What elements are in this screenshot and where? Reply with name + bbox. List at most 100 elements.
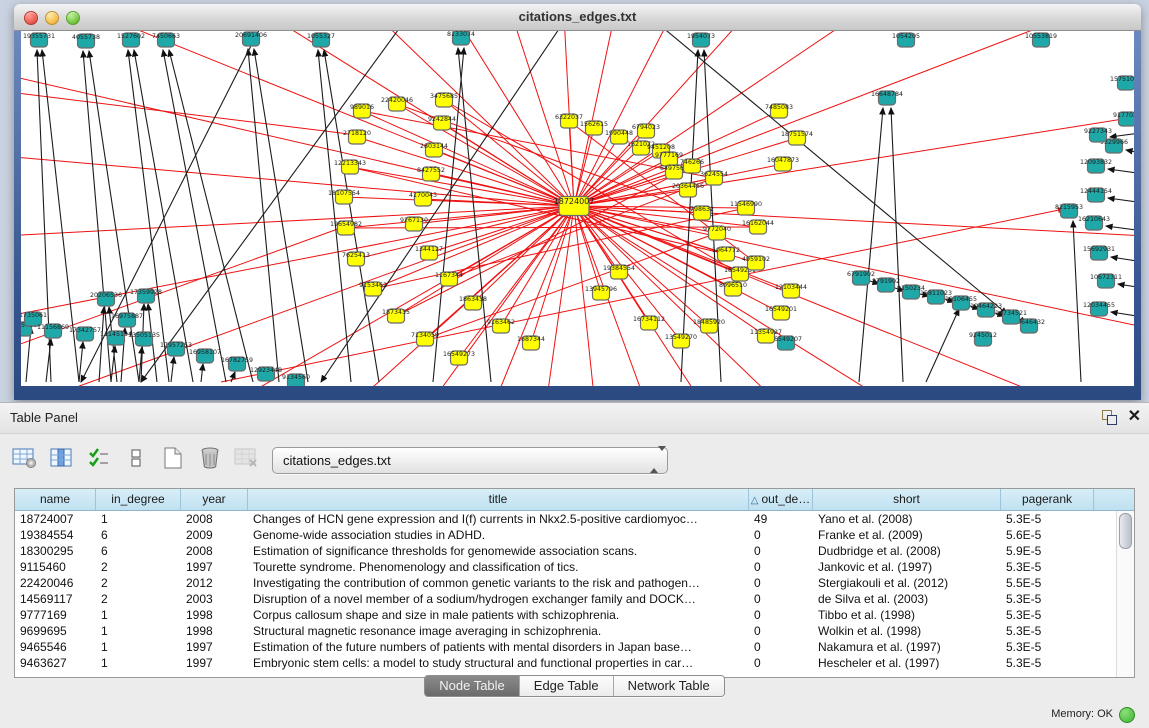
column-header-pagerank[interactable]: pagerank [1001,489,1094,510]
table-cell[interactable]: 9463627 [15,655,96,671]
graph-edge[interactable] [1108,169,1134,179]
graph-edge-citation[interactable] [574,31,1134,206]
table-cell[interactable]: 0 [749,655,813,671]
table-cell[interactable]: Stergiakouli et al. (2012) [813,575,1001,591]
table-cell[interactable]: 0 [749,543,813,559]
select-rows-icon[interactable] [84,443,114,473]
table-cell[interactable]: 2008 [181,511,248,527]
table-cell[interactable] [1094,623,1117,639]
table-cell[interactable] [1094,575,1117,591]
table-row[interactable]: 2242004622012Investigating the contribut… [15,575,1117,591]
graph-edge[interactable] [111,346,115,382]
table-cell[interactable]: Franke et al. (2009) [813,527,1001,543]
column-header-short[interactable]: short [813,489,1001,510]
graph-edge-citation[interactable] [362,111,574,206]
graph-edge-citation[interactable] [574,31,1134,206]
graph-edge[interactable] [163,50,226,382]
graph-edge[interactable] [1118,284,1134,294]
table-row[interactable]: 911546021997Tourette syndrome. Phenomeno… [15,559,1117,575]
graph-edge[interactable] [248,49,279,382]
table-cell[interactable]: 0 [749,575,813,591]
graph-edge-citation[interactable] [574,31,1134,206]
graph-edge[interactable] [321,31,561,382]
graph-edge[interactable] [1110,129,1134,137]
table-cell[interactable]: 2 [96,591,181,607]
table-cell[interactable]: 5.3E-5 [1001,639,1094,655]
table-cell[interactable]: Wolkin et al. (1998) [813,623,1001,639]
table-cell[interactable]: 14569117 [15,591,96,607]
window-titlebar[interactable]: citations_edges.txt [14,4,1141,31]
table-cell[interactable]: 5.5E-5 [1001,575,1094,591]
table-cell[interactable]: 19384554 [15,527,96,543]
table-cell[interactable]: 1 [96,607,181,623]
column-header-outde[interactable]: △out_de… [749,489,813,510]
table-cell[interactable]: 2 [96,559,181,575]
table-cell[interactable]: 1 [96,639,181,655]
scrollbar-thumb[interactable] [1119,513,1132,549]
table-cell[interactable]: 0 [749,639,813,655]
graph-edge[interactable] [891,108,903,382]
table-row[interactable]: 1456911722003Disruption of a novel membe… [15,591,1117,607]
table-cell[interactable]: Structural magnetic resonance image aver… [248,623,749,639]
table-cell[interactable]: 9465546 [15,639,96,655]
table-cell[interactable]: 18300295 [15,543,96,559]
table-cell[interactable]: Estimation of significance thresholds fo… [248,543,749,559]
column-header-title[interactable]: title [248,489,749,510]
graph-edge[interactable] [171,357,174,382]
table-cell[interactable] [1094,543,1117,559]
table-cell[interactable]: 1997 [181,639,248,655]
table-cell[interactable]: 5.3E-5 [1001,655,1094,671]
table-cell[interactable] [1094,639,1117,655]
graph-edge-citation[interactable] [574,31,1134,206]
graph-edge-citation[interactable] [449,178,714,279]
graph-edge[interactable] [201,364,203,382]
table-cell[interactable]: Investigating the contribution of common… [248,575,749,591]
table-cell[interactable]: Embryonic stem cells: a model to study s… [248,655,749,671]
table-cell[interactable]: 5.3E-5 [1001,511,1094,527]
table-cell[interactable]: 2009 [181,527,248,543]
table-cell[interactable]: 0 [749,527,813,543]
table-cell[interactable]: 22420046 [15,575,96,591]
row-height-icon[interactable] [121,443,151,473]
memory-ok-indicator-icon[interactable] [1119,707,1135,723]
table-cell[interactable]: 0 [749,591,813,607]
table-cell[interactable]: 2012 [181,575,248,591]
column-header-year[interactable]: year [181,489,248,510]
table-cell[interactable]: 2 [96,575,181,591]
table-cell[interactable]: 5.6E-5 [1001,527,1094,543]
table-cell[interactable]: 1 [96,623,181,639]
vertical-scrollbar[interactable] [1116,511,1134,677]
float-panel-icon[interactable] [1102,410,1117,425]
close-panel-icon[interactable]: ✕ [1128,406,1141,426]
graph-edge[interactable] [1126,150,1134,161]
table-cell[interactable]: 1998 [181,607,248,623]
table-cell[interactable] [1094,511,1117,527]
table-cell[interactable] [1094,527,1117,543]
table-cell[interactable]: 5.3E-5 [1001,623,1094,639]
table-cell[interactable]: 6 [96,527,181,543]
table-cell[interactable]: 0 [749,559,813,575]
table-cell[interactable]: 18724007 [15,511,96,527]
table-cell[interactable]: Nakamura et al. (1997) [813,639,1001,655]
table-selector-dropdown[interactable]: citations_edges.txt [272,447,668,474]
table-cell[interactable]: 1 [96,511,181,527]
table-row[interactable]: 977716911998Corpus callosum shape and si… [15,607,1117,623]
table-cell[interactable]: 9699695 [15,623,96,639]
table-row[interactable]: 1872400712008Changes of HCN gene express… [15,511,1117,527]
table-cell[interactable]: Tourette syndrome. Phenomenology and cla… [248,559,749,575]
table-cell[interactable]: Tibbo et al. (1998) [813,607,1001,623]
column-visibility-icon[interactable] [47,443,77,473]
graph-edge[interactable] [1108,198,1134,208]
network-canvas[interactable]: 1935573140557381527602745066320691406105… [21,31,1134,386]
table-cell[interactable]: 6 [96,543,181,559]
graph-edge[interactable] [79,342,83,382]
table-row[interactable]: 946362711997Embryonic stem cells: a mode… [15,655,1117,671]
table-cell[interactable]: 0 [749,623,813,639]
table-cell[interactable] [1094,607,1117,623]
table-cell[interactable]: 9115460 [15,559,96,575]
table-cell[interactable]: 2003 [181,591,248,607]
new-table-icon[interactable] [158,443,188,473]
table-cell[interactable]: 2008 [181,543,248,559]
graph-edge[interactable] [169,50,253,382]
graph-edge[interactable] [1073,221,1081,382]
